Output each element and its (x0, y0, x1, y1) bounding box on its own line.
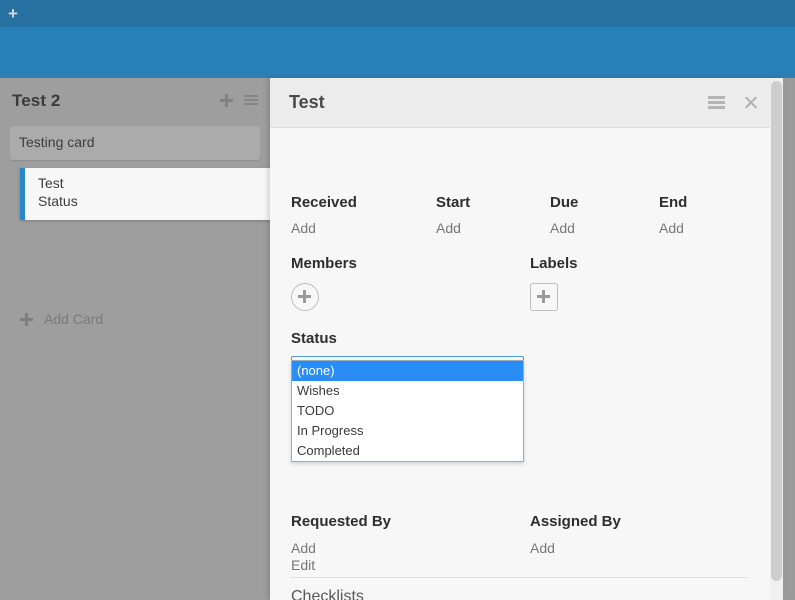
list-title: Test 2 (12, 91, 60, 111)
close-icon[interactable] (743, 95, 758, 110)
add-received-link[interactable]: Add (291, 220, 357, 236)
status-section: Status (none) (none) Wishes TODO In Prog… (291, 330, 591, 376)
plus-icon[interactable] (220, 94, 233, 107)
checklists-section: Checklists Add Checklist... (291, 588, 404, 600)
field-label: Due (550, 194, 578, 211)
add-label-button[interactable] (530, 283, 558, 311)
status-select-dropdown[interactable]: (none) Wishes TODO In Progress Completed (291, 360, 524, 462)
plus-icon[interactable]: + (4, 5, 22, 23)
page-title: Test (289, 92, 325, 113)
status-option-completed[interactable]: Completed (292, 441, 523, 461)
checklists-title: Checklists (291, 588, 404, 600)
card-detail-panel: Test Received Add Start Add Due Add (270, 78, 782, 600)
add-requested-by-link[interactable]: Add (291, 540, 391, 556)
field-label: Members (291, 255, 357, 272)
card-title: Testing card (19, 134, 94, 150)
add-assigned-by-link[interactable]: Add (530, 540, 621, 556)
add-start-link[interactable]: Add (436, 220, 470, 236)
field-requested-by: Requested By Add (291, 513, 391, 556)
add-end-link[interactable]: Add (659, 220, 687, 236)
field-label: End (659, 194, 687, 211)
panel-scrollbar[interactable] (770, 78, 783, 600)
card-detail-body: Received Add Start Add Due Add End Add (270, 128, 782, 600)
add-card-button[interactable]: Add Card (20, 311, 103, 327)
add-due-link[interactable]: Add (550, 220, 578, 236)
field-labels: Labels (530, 255, 578, 311)
edit-status-link[interactable]: Edit (291, 557, 315, 573)
hamburger-icon[interactable] (244, 95, 258, 106)
field-label: Assigned By (530, 513, 621, 530)
add-member-button[interactable] (291, 283, 319, 311)
selected-card-subtitle: Status (38, 193, 78, 209)
section-divider (291, 577, 748, 578)
field-end: End Add (659, 194, 687, 236)
app-header-bar (0, 27, 795, 78)
app-root: + Test 2 Testing card Add Card Test Stat… (0, 0, 795, 600)
list-column: Test 2 Testing card Add Card (0, 78, 270, 600)
field-label: Status (291, 330, 591, 347)
plus-icon (20, 313, 33, 326)
status-option-none[interactable]: (none) (292, 361, 523, 381)
card-detail-header-actions (708, 95, 758, 110)
status-option-wishes[interactable]: Wishes (292, 381, 523, 401)
list-header: Test 2 (0, 78, 270, 126)
status-option-todo[interactable]: TODO (292, 401, 523, 421)
list-item[interactable]: Testing card (10, 126, 260, 160)
field-label: Requested By (291, 513, 391, 530)
card-detail-header: Test (270, 78, 782, 128)
add-card-label: Add Card (44, 311, 103, 327)
status-option-in-progress[interactable]: In Progress (292, 421, 523, 441)
field-start: Start Add (436, 194, 470, 236)
field-label: Start (436, 194, 470, 211)
field-members: Members (291, 255, 357, 311)
selected-card-title: Test (38, 175, 64, 191)
window-titlebar: + (0, 0, 795, 27)
field-label: Received (291, 194, 357, 211)
hamburger-icon[interactable] (708, 96, 725, 109)
scrollbar-thumb[interactable] (771, 81, 782, 581)
list-actions (220, 94, 258, 107)
field-due: Due Add (550, 194, 578, 236)
field-label: Labels (530, 255, 578, 272)
field-assigned-by: Assigned By Add (530, 513, 621, 556)
field-received: Received Add (291, 194, 357, 236)
